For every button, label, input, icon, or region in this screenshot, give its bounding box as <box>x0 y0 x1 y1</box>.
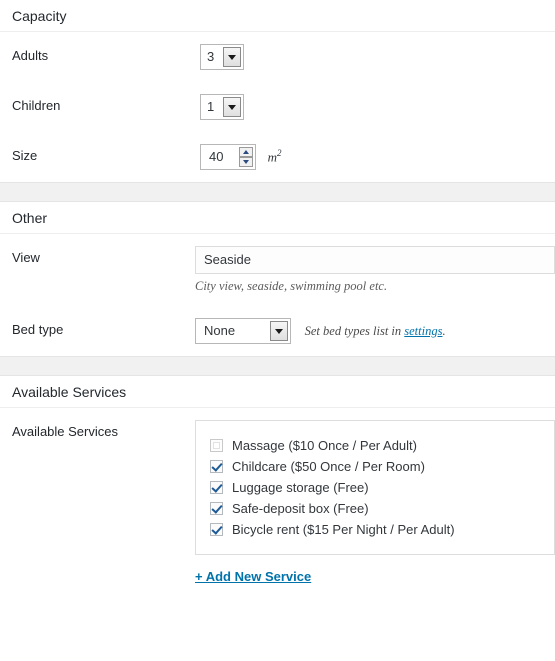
services-row: Available Services Massage ($10 Once / P… <box>0 408 555 596</box>
size-stepper[interactable] <box>239 147 253 167</box>
view-field-cell: Seaside City view, seaside, swimming poo… <box>195 234 555 306</box>
size-row: Size 40 m2 <box>0 132 555 182</box>
checkbox-checked-icon[interactable] <box>210 502 223 515</box>
checkbox-checked-icon[interactable] <box>210 481 223 494</box>
service-item[interactable]: Bicycle rent ($15 Per Night / Per Adult) <box>210 519 542 540</box>
bed-type-field-cell: None Set bed types list in settings. <box>195 306 555 356</box>
service-item-label: Luggage storage (Free) <box>232 480 369 495</box>
bed-type-row: Bed type None Set bed types list in sett… <box>0 306 555 356</box>
checkbox-unchecked-icon[interactable] <box>210 439 223 452</box>
service-item[interactable]: Massage ($10 Once / Per Adult) <box>210 435 542 456</box>
service-item-label: Massage ($10 Once / Per Adult) <box>232 438 417 453</box>
size-unit: m2 <box>268 148 282 165</box>
adults-select-value: 3 <box>207 49 215 64</box>
capacity-form: Adults 3 Children 1 Size 40 m2 <box>0 32 555 182</box>
bed-type-select-value: None <box>204 323 236 338</box>
chevron-down-icon[interactable] <box>270 321 288 341</box>
size-input[interactable]: 40 <box>200 144 256 170</box>
services-checkbox-list: Massage ($10 Once / Per Adult) Childcare … <box>195 420 555 555</box>
bed-type-select[interactable]: None <box>195 318 291 344</box>
view-row: View Seaside City view, seaside, swimmin… <box>0 234 555 306</box>
adults-label: Adults <box>12 48 49 63</box>
bed-type-note: Set bed types list in settings. <box>305 324 446 339</box>
stepper-down-icon[interactable] <box>239 157 253 167</box>
available-services-panel: Available Services Available Services Ma… <box>0 376 555 596</box>
view-hint: City view, seaside, swimming pool etc. <box>195 279 388 293</box>
service-item-label: Bicycle rent ($15 Per Night / Per Adult) <box>232 522 455 537</box>
chevron-down-icon[interactable] <box>223 97 241 117</box>
section-divider-services <box>0 356 555 376</box>
adults-select[interactable]: 3 <box>200 44 244 70</box>
children-row: Children 1 <box>0 82 555 132</box>
children-select-value: 1 <box>207 99 215 114</box>
other-form: View Seaside City view, seaside, swimmin… <box>0 234 555 356</box>
size-unit-base: m <box>267 149 278 165</box>
view-label: View <box>12 250 40 265</box>
service-item-label: Safe-deposit box (Free) <box>232 501 369 516</box>
service-item[interactable]: Luggage storage (Free) <box>210 477 542 498</box>
services-field-cell: Massage ($10 Once / Per Adult) Childcare … <box>195 408 555 596</box>
service-item[interactable]: Childcare ($50 Once / Per Room) <box>210 456 542 477</box>
section-divider-other <box>0 182 555 202</box>
size-label: Size <box>12 148 38 163</box>
adults-row: Adults 3 <box>0 32 555 82</box>
services-label: Available Services <box>12 424 118 439</box>
children-label: Children <box>12 98 61 113</box>
chevron-down-icon[interactable] <box>223 47 241 67</box>
bed-type-note-prefix: Set bed types list in <box>304 323 405 338</box>
other-panel: Other View Seaside City view, seaside, s… <box>0 202 555 356</box>
bed-type-label: Bed type <box>12 322 64 337</box>
capacity-panel: Capacity Adults 3 Children 1 Size 40 m2 <box>0 0 555 182</box>
children-select[interactable]: 1 <box>200 94 244 120</box>
bed-type-note-suffix: . <box>442 323 446 338</box>
children-field-cell: 1 <box>200 82 555 132</box>
adults-field-cell: 3 <box>200 32 555 82</box>
service-item-label: Childcare ($50 Once / Per Room) <box>232 459 425 474</box>
size-field-cell: 40 m2 <box>200 132 555 182</box>
settings-link[interactable]: settings <box>404 324 442 338</box>
available-services-form: Available Services Massage ($10 Once / P… <box>0 408 555 596</box>
capacity-heading: Capacity <box>0 0 555 32</box>
other-heading: Other <box>0 202 555 234</box>
view-input[interactable]: Seaside <box>195 246 555 274</box>
size-unit-exponent: 2 <box>277 148 282 159</box>
stepper-up-icon[interactable] <box>239 147 253 157</box>
service-item[interactable]: Safe-deposit box (Free) <box>210 498 542 519</box>
add-new-service-link[interactable]: + Add New Service <box>195 569 311 584</box>
available-services-heading: Available Services <box>0 376 555 408</box>
checkbox-checked-icon[interactable] <box>210 523 223 536</box>
checkbox-checked-icon[interactable] <box>210 460 223 473</box>
